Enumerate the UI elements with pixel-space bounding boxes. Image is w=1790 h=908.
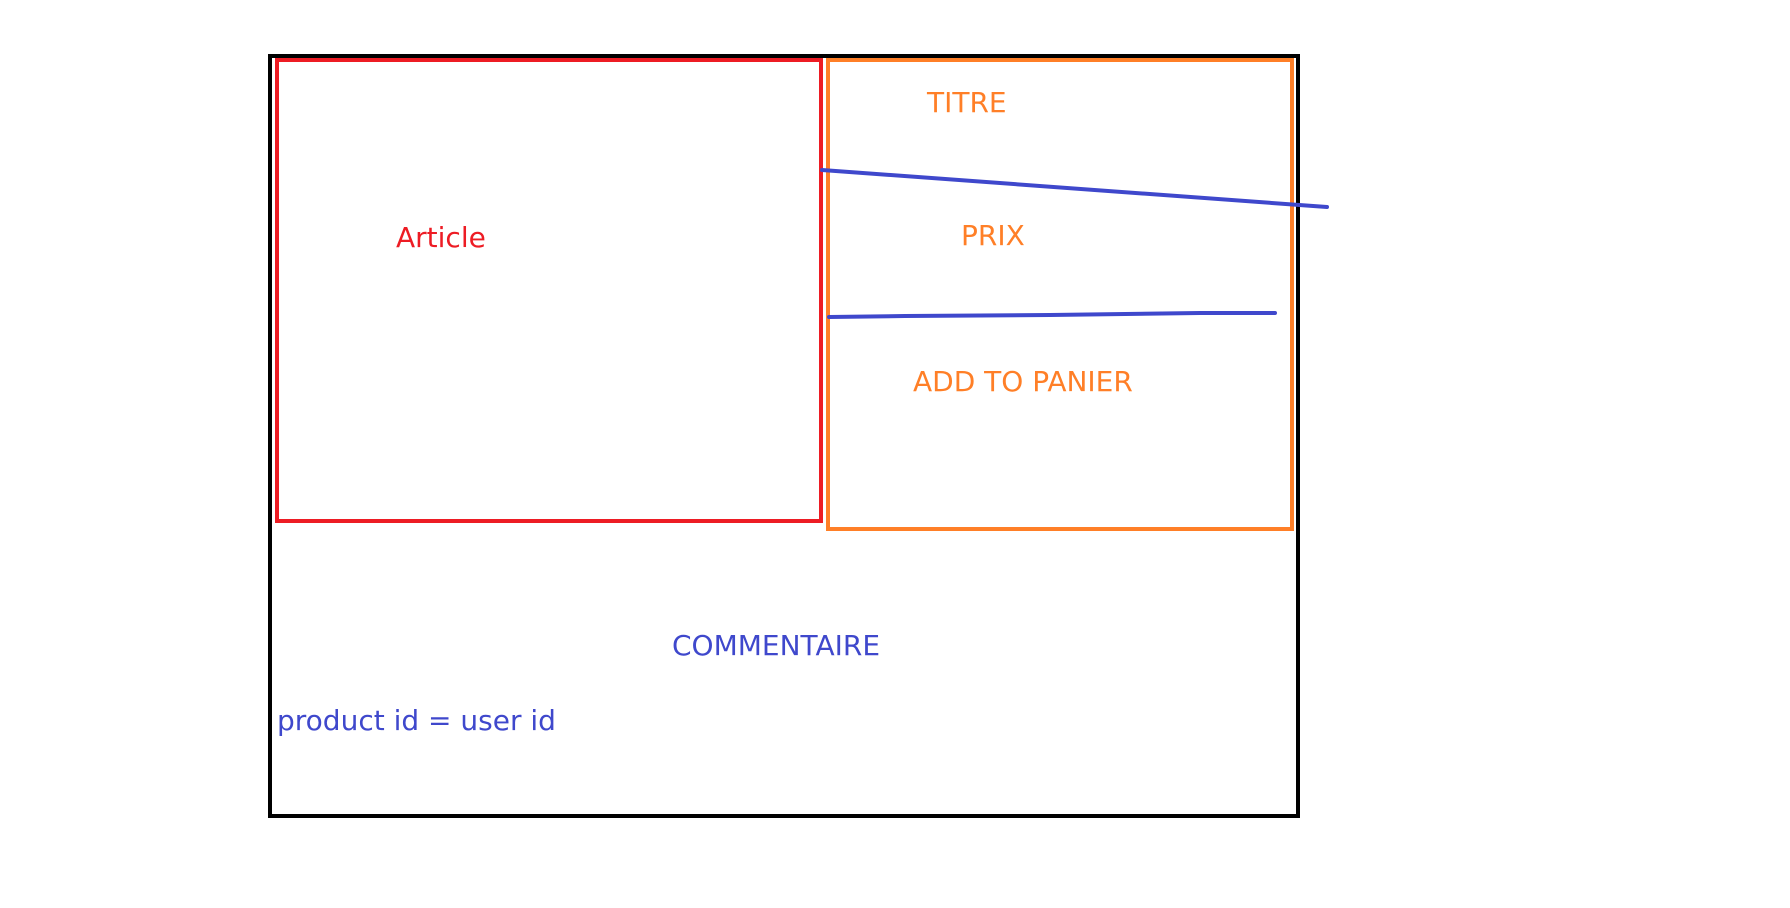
add-to-cart-label: ADD TO PANIER <box>913 365 1133 398</box>
article-label: Article <box>396 221 486 254</box>
comments-label: COMMENTAIRE <box>672 629 881 662</box>
comments-note: product id = user id <box>277 704 556 737</box>
price-label: PRIX <box>961 219 1025 252</box>
article-box <box>275 58 823 523</box>
title-label: TITRE <box>927 86 1007 119</box>
wireframe-canvas: Article TITRE PRIX ADD TO PANIER COMMENT… <box>0 0 1790 908</box>
product-details-box <box>826 58 1294 531</box>
